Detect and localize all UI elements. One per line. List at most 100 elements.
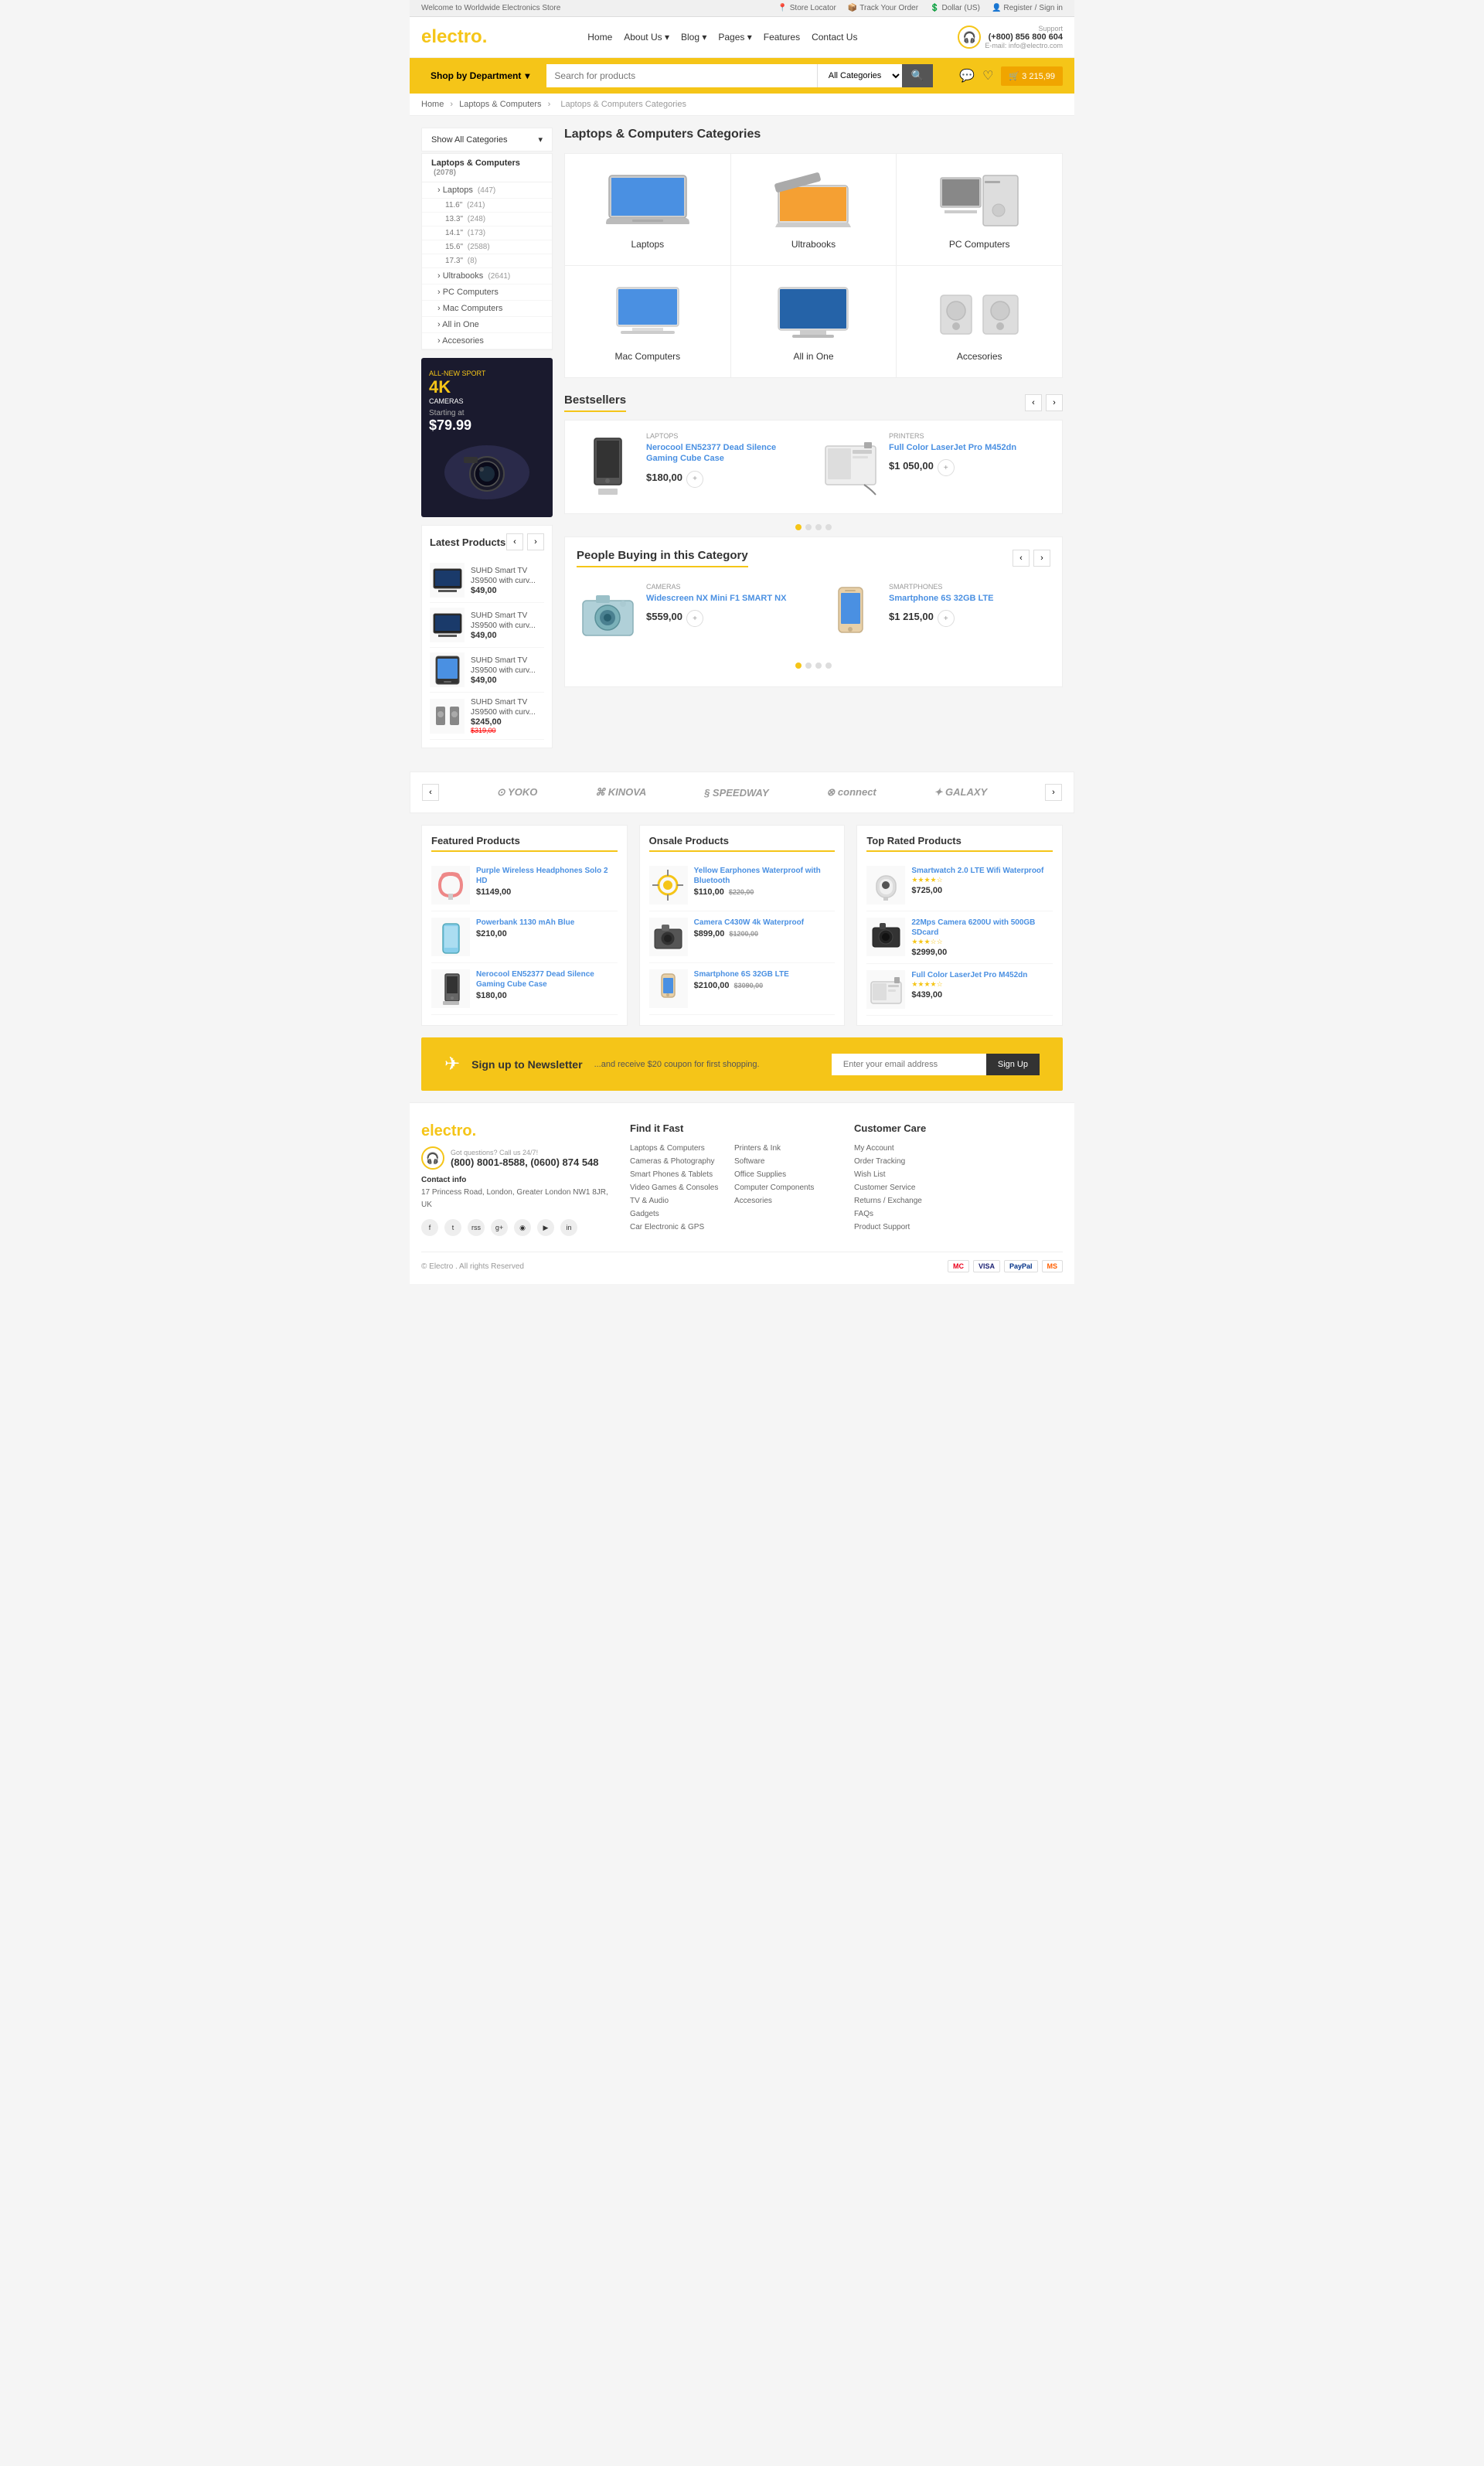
product-name[interactable]: Powerbank 1130 mAh Blue	[476, 918, 574, 928]
brands-next[interactable]: ›	[1045, 784, 1062, 801]
search-input[interactable]	[546, 64, 816, 87]
category-pc-computers[interactable]: PC Computers	[897, 154, 1062, 265]
footer-link[interactable]: Order Tracking	[854, 1155, 1063, 1168]
footer-link[interactable]: Smart Phones & Tablets	[630, 1168, 734, 1181]
footer-link[interactable]: Office Supplies	[734, 1168, 839, 1181]
brand-speedway[interactable]: § SPEEDWAY	[704, 787, 769, 799]
google-plus-icon[interactable]: g+	[491, 1219, 508, 1236]
sidebar-item-ultrabooks[interactable]: › Ultrabooks (2641)	[422, 268, 552, 284]
category-accesories[interactable]: Accesories	[897, 266, 1062, 377]
category-laptops[interactable]: Laptops	[565, 154, 730, 265]
newsletter-email-input[interactable]	[832, 1054, 986, 1075]
brand-galaxy[interactable]: ✦ GALAXY	[934, 786, 988, 799]
dot-3[interactable]	[815, 662, 822, 669]
product-name[interactable]: Nerocool EN52377 Dead Silence Gaming Cub…	[476, 969, 618, 989]
product-name[interactable]: Full Color LaserJet Pro M452dn	[911, 970, 1027, 980]
footer-link[interactable]: Returns / Exchange	[854, 1194, 1063, 1207]
linkedin-icon[interactable]: in	[560, 1219, 577, 1236]
dot-2[interactable]	[805, 662, 812, 669]
nav-blog[interactable]: Blog ▾	[681, 32, 706, 43]
twitter-icon[interactable]: t	[444, 1219, 461, 1236]
sidebar-item-14-1[interactable]: 14.1" (173)	[422, 227, 552, 240]
register-link[interactable]: 👤 Register / Sign in	[992, 4, 1063, 12]
product-name[interactable]: Smartphone 6S 32GB LTE	[694, 969, 789, 979]
footer-link[interactable]: Computer Components	[734, 1181, 839, 1194]
footer-link[interactable]: Video Games & Consoles	[630, 1181, 734, 1194]
product-name[interactable]: Yellow Earphones Waterproof with Bluetoo…	[694, 866, 836, 886]
sidebar-item-17-3[interactable]: 17.3" (8)	[422, 254, 552, 268]
sidebar-item-11-6[interactable]: 11.6" (241)	[422, 199, 552, 213]
product-name[interactable]: Purple Wireless Headphones Solo 2 HD	[476, 866, 618, 886]
footer-link[interactable]: My Account	[854, 1142, 1063, 1155]
bestsellers-next[interactable]: ›	[1046, 394, 1063, 411]
dot-2[interactable]	[805, 524, 812, 530]
footer-link[interactable]: Cameras & Photography	[630, 1155, 734, 1168]
sidebar-item-13-3[interactable]: 13.3" (248)	[422, 213, 552, 227]
breadcrumb-laptops[interactable]: Laptops & Computers	[459, 100, 541, 109]
dot-3[interactable]	[815, 524, 822, 530]
footer-link[interactable]: FAQs	[854, 1207, 1063, 1221]
breadcrumb-home[interactable]: Home	[421, 100, 444, 109]
dot-1[interactable]	[795, 524, 802, 530]
footer-link[interactable]: TV & Audio	[630, 1194, 734, 1207]
sidebar-item-15-6[interactable]: 15.6" (2588)	[422, 240, 552, 254]
dot-4[interactable]	[825, 662, 832, 669]
sidebar-item-all-in-one[interactable]: › All in One	[422, 317, 552, 333]
product-name[interactable]: Full Color LaserJet Pro M452dn	[889, 442, 1050, 453]
brand-yoko[interactable]: ⊙ YOKO	[497, 786, 538, 799]
wishlist-icon[interactable]: ♡	[982, 68, 993, 83]
people-buying-prev[interactable]: ‹	[1013, 550, 1030, 567]
category-mac-computers[interactable]: Mac Computers	[565, 266, 730, 377]
nav-features[interactable]: Features	[764, 32, 800, 43]
latest-next[interactable]: ›	[527, 533, 544, 550]
cart-button[interactable]: 🛒 3 215,99	[1001, 66, 1063, 86]
product-name[interactable]: Nerocool EN52377 Dead Silence Gaming Cub…	[646, 442, 808, 465]
nav-home[interactable]: Home	[587, 32, 612, 43]
sidebar-item-laptops[interactable]: › Laptops (447)	[422, 182, 552, 199]
message-icon[interactable]: 💬	[959, 68, 975, 83]
track-order[interactable]: 📦 Track Your Order	[848, 4, 918, 12]
footer-link[interactable]: Product Support	[854, 1221, 1063, 1234]
dot-1[interactable]	[795, 662, 802, 669]
sidebar-item-laptops-computers[interactable]: Laptops & Computers (2078)	[422, 154, 552, 182]
store-locator[interactable]: 📍 Store Locator	[778, 4, 836, 12]
nav-contact[interactable]: Contact Us	[812, 32, 857, 43]
footer-link[interactable]: Printers & Ink	[734, 1142, 839, 1155]
vimeo-icon[interactable]: ▶	[537, 1219, 554, 1236]
dot-4[interactable]	[825, 524, 832, 530]
product-name[interactable]: Camera C430W 4k Waterproof	[694, 918, 804, 928]
search-button[interactable]: 🔍	[902, 64, 934, 87]
product-name[interactable]: 22Mps Camera 6200U with 500GB SDcard	[911, 918, 1053, 938]
people-buying-next[interactable]: ›	[1033, 550, 1050, 567]
product-name[interactable]: Smartphone 6S 32GB LTE	[889, 593, 1050, 604]
nav-about[interactable]: About Us ▾	[624, 32, 669, 43]
product-name[interactable]: Smartwatch 2.0 LTE Wifi Waterproof	[911, 866, 1043, 876]
shop-by-department-button[interactable]: Shop by Department ▾	[421, 66, 539, 86]
footer-link[interactable]: Accesories	[734, 1194, 839, 1207]
footer-link[interactable]: Laptops & Computers	[630, 1142, 734, 1155]
sidebar-item-pc-computers[interactable]: › PC Computers	[422, 284, 552, 301]
currency-selector[interactable]: 💲 Dollar (US)	[930, 4, 980, 12]
latest-prev[interactable]: ‹	[506, 533, 523, 550]
category-select[interactable]: All Categories	[817, 64, 902, 87]
brand-kinova[interactable]: ⌘ KINOVA	[595, 786, 646, 799]
category-all-in-one[interactable]: All in One	[731, 266, 897, 377]
category-ultrabooks[interactable]: Ultrabooks	[731, 154, 897, 265]
logo[interactable]: electro.	[421, 26, 487, 48]
footer-link[interactable]: Car Electronic & GPS	[630, 1221, 734, 1234]
rss-icon[interactable]: rss	[468, 1219, 485, 1236]
product-name[interactable]: Widescreen NX Mini F1 SMART NX	[646, 593, 808, 604]
show-all-categories-button[interactable]: Show All Categories ▾	[421, 128, 553, 152]
sidebar-item-accesories[interactable]: › Accesories	[422, 333, 552, 349]
flickr-icon[interactable]: ◉	[514, 1219, 531, 1236]
bestsellers-prev[interactable]: ‹	[1025, 394, 1042, 411]
footer-link[interactable]: Wish List	[854, 1168, 1063, 1181]
footer-link[interactable]: Gadgets	[630, 1207, 734, 1221]
sidebar-item-mac-computers[interactable]: › Mac Computers	[422, 301, 552, 317]
add-to-cart-button[interactable]: +	[938, 459, 955, 476]
add-to-cart-button[interactable]: +	[938, 610, 955, 627]
newsletter-signup-button[interactable]: Sign Up	[986, 1054, 1040, 1075]
footer-link[interactable]: Customer Service	[854, 1181, 1063, 1194]
brand-connect[interactable]: ⊗ connect	[826, 786, 876, 799]
facebook-icon[interactable]: f	[421, 1219, 438, 1236]
